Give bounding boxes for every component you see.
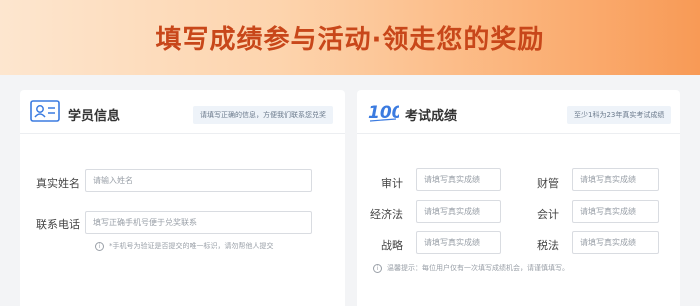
student-info-tip: 请填写正确的信息，方便我们联系您兑奖 (193, 106, 333, 124)
exam-scores-tip: 至少1科为23年真实考试成绩 (567, 106, 672, 124)
info-icon: i (95, 241, 104, 251)
subject-label-accounting: 会计 (537, 208, 559, 221)
subject-label-economic-law: 经济法 (370, 208, 403, 221)
phone-label: 联系电话 (36, 218, 80, 231)
id-card-icon (30, 99, 60, 127)
name-input[interactable]: 请输入姓名 (85, 169, 312, 192)
subject-label-audit: 审计 (381, 177, 403, 190)
phone-input[interactable]: 填写正确手机号便于兑奖联系 (85, 211, 312, 234)
score-100-icon: 100 (367, 99, 404, 127)
student-info-header: 学员信息 请填写正确的信息，方便我们联系您兑奖 (20, 90, 345, 134)
info-icon: i (373, 263, 382, 273)
score-input-finance[interactable]: 请填写真实成绩 (572, 168, 659, 191)
scores-note-text: 温馨提示：每位用户仅有一次填写成绩机会，请谨慎填写。 (387, 264, 569, 272)
subject-label-finance: 财管 (537, 177, 559, 190)
student-info-title: 学员信息 (68, 109, 121, 124)
score-input-audit[interactable]: 请填写真实成绩 (416, 168, 501, 191)
student-info-card: 学员信息 请填写正确的信息，方便我们联系您兑奖 真实姓名 请输入姓名 联系电话 … (20, 90, 345, 306)
score-input-tax-law[interactable]: 请填写真实成绩 (572, 231, 659, 254)
exam-scores-header: 100 考试成绩 至少1科为23年真实考试成绩 (357, 90, 680, 134)
name-label: 真实姓名 (36, 177, 80, 190)
exam-scores-title: 考试成绩 (405, 109, 458, 124)
subject-label-tax-law: 税法 (537, 239, 559, 252)
phone-note-text: *手机号为验证是否提交的唯一标识，请勿帮他人提交 (109, 242, 274, 250)
phone-note: i *手机号为验证是否提交的唯一标识，请勿帮他人提交 (95, 241, 274, 251)
exam-scores-card: 100 考试成绩 至少1科为23年真实考试成绩 审计 请填写真实成绩 财管 请填… (357, 90, 680, 306)
banner-title: 填写成绩参与活动·领走您的奖励 (155, 25, 545, 55)
activity-banner: 填写成绩参与活动·领走您的奖励 (0, 0, 700, 75)
subject-label-strategy: 战略 (381, 239, 403, 252)
score-input-accounting[interactable]: 请填写真实成绩 (572, 200, 659, 223)
score-input-economic-law[interactable]: 请填写真实成绩 (416, 200, 501, 223)
scores-note: i 温馨提示：每位用户仅有一次填写成绩机会，请谨慎填写。 (373, 263, 569, 273)
score-input-strategy[interactable]: 请填写真实成绩 (416, 231, 501, 254)
